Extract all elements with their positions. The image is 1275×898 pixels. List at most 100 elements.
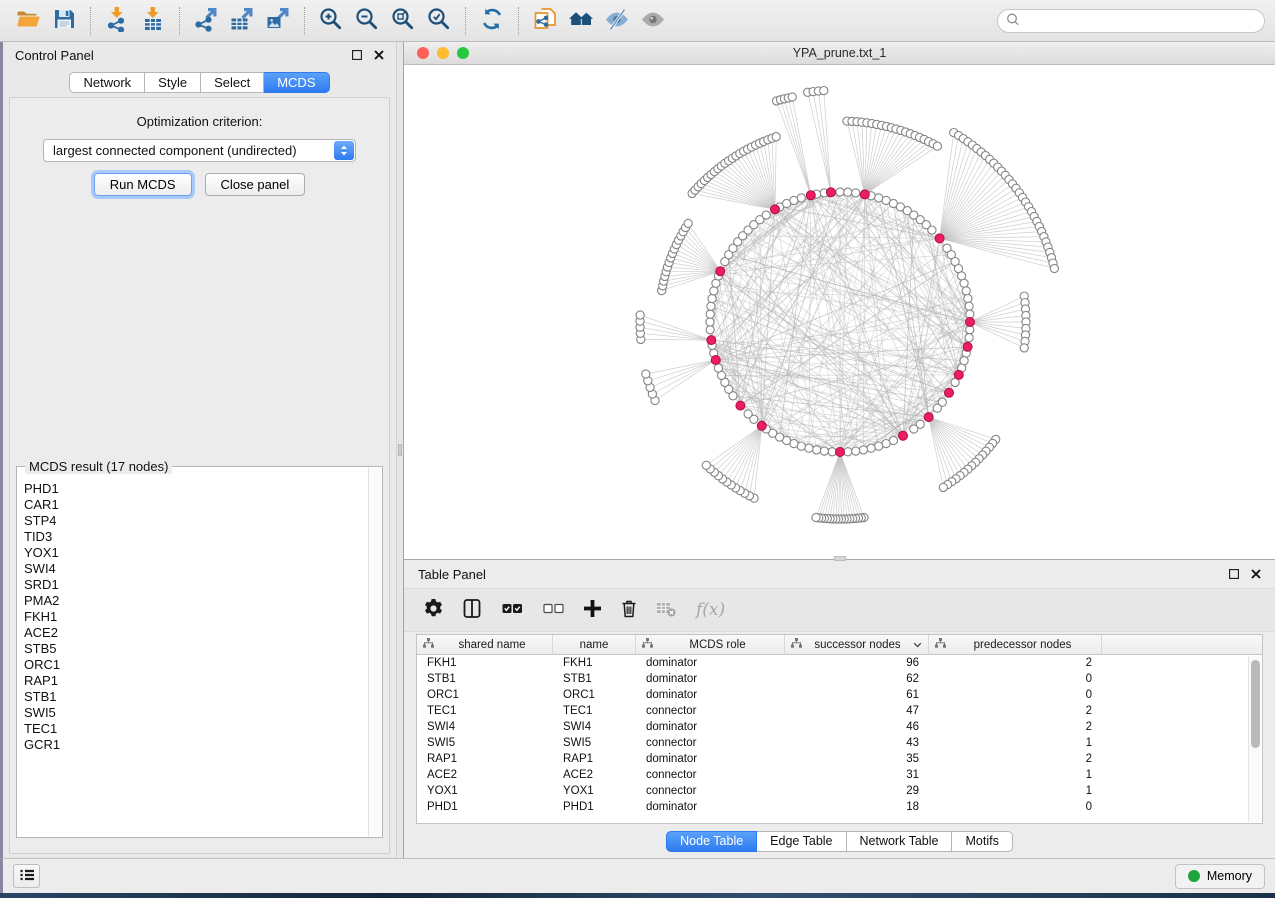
tab-style[interactable]: Style	[145, 72, 201, 93]
mcds-result-list[interactable]: PHD1CAR1STP4TID3YOX1SWI4SRD1PMA2FKH1ACE2…	[18, 468, 367, 836]
mcds-result-item[interactable]: GCR1	[24, 737, 367, 753]
graph-node[interactable]	[714, 364, 722, 372]
graph-leaf-node[interactable]	[933, 142, 941, 150]
show-all-button[interactable]	[635, 5, 671, 37]
memory-button[interactable]: Memory	[1175, 864, 1265, 889]
graph-node[interactable]	[836, 188, 844, 196]
mcds-graph-node[interactable]	[707, 336, 716, 345]
vertical-splitter-handle[interactable]	[398, 444, 402, 456]
mcds-result-item[interactable]: SRD1	[24, 577, 367, 593]
close-table-panel-icon[interactable]	[1251, 567, 1261, 582]
table-row[interactable]: STB1STB1dominator620	[417, 671, 1262, 687]
table-row[interactable]: SWI5SWI5connector431	[417, 735, 1262, 751]
float-table-panel-icon[interactable]	[1229, 567, 1239, 582]
mcds-result-item[interactable]: YOX1	[24, 545, 367, 561]
mcds-result-item[interactable]: STB1	[24, 689, 367, 705]
graph-leaf-node[interactable]	[684, 219, 692, 227]
mcds-graph-node[interactable]	[945, 388, 954, 397]
mcds-result-item[interactable]: PMA2	[24, 593, 367, 609]
export-image-button[interactable]	[260, 5, 296, 37]
tab-network[interactable]: Network	[69, 72, 145, 93]
graph-node[interactable]	[859, 446, 867, 454]
table-scrollbar-thumb[interactable]	[1251, 660, 1260, 748]
zoom-out-button[interactable]	[349, 5, 385, 37]
deselect-all-rows-button[interactable]	[543, 601, 564, 619]
table-row[interactable]: ORC1ORC1dominator610	[417, 687, 1262, 703]
mcds-graph-node[interactable]	[806, 191, 815, 200]
graph-node[interactable]	[852, 447, 860, 455]
graph-node[interactable]	[820, 447, 828, 455]
vertical-splitter[interactable]	[396, 42, 404, 858]
delete-columns-button[interactable]	[621, 599, 637, 621]
table-tab-motifs[interactable]: Motifs	[952, 831, 1012, 852]
column-header-name[interactable]: name	[553, 635, 636, 654]
mcds-graph-node[interactable]	[836, 448, 845, 457]
mcds-graph-node[interactable]	[826, 188, 835, 197]
mcds-result-item[interactable]: TID3	[24, 529, 367, 545]
mcds-graph-node[interactable]	[963, 342, 972, 351]
table-scrollbar[interactable]	[1248, 656, 1261, 822]
graph-node[interactable]	[867, 444, 875, 452]
table-row[interactable]: YOX1YOX1connector291	[417, 783, 1262, 799]
mcds-result-item[interactable]: ORC1	[24, 657, 367, 673]
graph-node[interactable]	[964, 295, 972, 303]
graph-node[interactable]	[910, 425, 918, 433]
graph-node[interactable]	[797, 194, 805, 202]
graph-node[interactable]	[706, 310, 714, 318]
column-header-successor-nodes[interactable]: successor nodes	[785, 635, 929, 654]
mcds-graph-node[interactable]	[716, 267, 725, 276]
column-header-predecessor-nodes[interactable]: predecessor nodes	[929, 635, 1102, 654]
graph-node[interactable]	[933, 404, 941, 412]
graph-node[interactable]	[706, 318, 714, 326]
graph-leaf-node[interactable]	[642, 370, 650, 378]
mcds-result-item[interactable]: RAP1	[24, 673, 367, 689]
mcds-graph-node[interactable]	[757, 421, 766, 430]
zoom-fit-button[interactable]	[385, 5, 421, 37]
mcds-list-scrollbar[interactable]	[368, 468, 381, 836]
graph-node[interactable]	[965, 334, 973, 342]
table-tab-node-table[interactable]: Node Table	[666, 831, 757, 852]
graph-node[interactable]	[962, 287, 970, 295]
tab-select[interactable]: Select	[201, 72, 264, 93]
table-mode-gear-button[interactable]	[424, 599, 443, 621]
table-row[interactable]: FKH1FKH1dominator962	[417, 655, 1262, 671]
mcds-graph-node[interactable]	[954, 370, 963, 379]
mcds-result-item[interactable]: CAR1	[24, 497, 367, 513]
mcds-graph-node[interactable]	[771, 205, 780, 214]
export-table-button[interactable]	[224, 5, 260, 37]
column-header-mcds-role[interactable]: MCDS role	[636, 635, 785, 654]
network-window-titlebar[interactable]: YPA_prune.txt_1	[404, 42, 1275, 65]
graph-node[interactable]	[960, 279, 968, 287]
network-canvas[interactable]	[404, 65, 1275, 559]
search-box[interactable]	[997, 9, 1265, 33]
search-input[interactable]	[1024, 14, 1256, 28]
first-neighbors-button[interactable]	[563, 5, 599, 37]
select-all-rows-button[interactable]	[502, 601, 523, 619]
import-table-button[interactable]	[135, 5, 171, 37]
graph-node[interactable]	[710, 287, 718, 295]
table-row[interactable]: TEC1TEC1connector472	[417, 703, 1262, 719]
network-graph-svg[interactable]	[404, 65, 1275, 559]
refresh-button[interactable]	[474, 5, 510, 37]
graph-node[interactable]	[707, 302, 715, 310]
graph-leaf-node[interactable]	[788, 93, 796, 101]
zoom-window-light[interactable]	[457, 47, 469, 59]
float-panel-icon[interactable]	[352, 48, 362, 63]
open-file-button[interactable]	[10, 5, 46, 37]
zoom-selected-button[interactable]	[421, 5, 457, 37]
hide-selected-button[interactable]	[599, 5, 635, 37]
panel-menu-button[interactable]	[13, 864, 40, 888]
mcds-graph-node[interactable]	[924, 413, 933, 422]
graph-node[interactable]	[706, 326, 714, 334]
graph-leaf-node[interactable]	[812, 513, 820, 521]
graph-node[interactable]	[965, 302, 973, 310]
graph-node[interactable]	[875, 442, 883, 450]
mcds-graph-node[interactable]	[860, 190, 869, 199]
graph-leaf-node[interactable]	[772, 133, 780, 141]
mcds-result-item[interactable]: SWI5	[24, 705, 367, 721]
mcds-graph-node[interactable]	[736, 401, 745, 410]
mcds-result-item[interactable]: PHD1	[24, 481, 367, 497]
graph-leaf-node[interactable]	[1020, 344, 1028, 352]
graph-nodes[interactable]	[636, 87, 1059, 524]
table-row[interactable]: RAP1RAP1dominator352	[417, 751, 1262, 767]
